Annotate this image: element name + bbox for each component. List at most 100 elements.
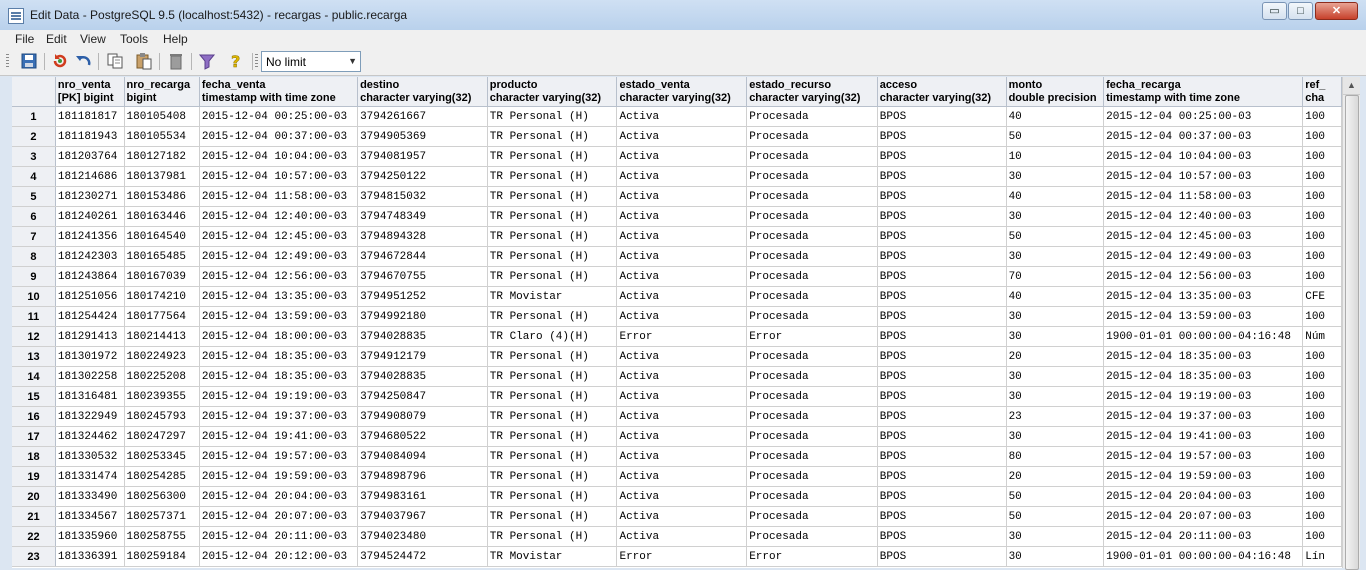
cell-monto[interactable]: 50	[1006, 486, 1105, 507]
table-row[interactable]: 14 181302258 180225208 2015-12-04 18:35:00-…	[12, 366, 1342, 387]
cell-ref[interactable]: 100	[1302, 206, 1342, 227]
cell-fecha-venta[interactable]: 2015-12-04 12:40:00-03	[199, 206, 359, 227]
cell-destino[interactable]: 3794815032	[357, 186, 488, 207]
cell-producto[interactable]: TR Personal (H)	[487, 266, 618, 287]
cell-nro-recarga[interactable]: 180239355	[124, 386, 200, 407]
cell-fecha-venta[interactable]: 2015-12-04 18:00:00-03	[199, 326, 359, 347]
table-row[interactable]: 17 181324462 180247297 2015-12-04 19:41:00-…	[12, 426, 1342, 447]
cell-ref[interactable]: 100	[1302, 446, 1342, 467]
menu-help[interactable]: Help	[163, 32, 188, 46]
cell-destino[interactable]: 3794908079	[357, 406, 488, 427]
cell-producto[interactable]: TR Personal (H)	[487, 186, 618, 207]
cell-nro-recarga[interactable]: 180225208	[124, 366, 200, 387]
cell-nro-recarga[interactable]: 180253345	[124, 446, 200, 467]
cell-destino[interactable]: 3794028835	[357, 366, 488, 387]
cell-acceso[interactable]: BPOS	[877, 366, 1007, 387]
cell-nro-venta[interactable]: 181254424	[55, 306, 125, 327]
cell-nro-venta[interactable]: 181181817	[55, 106, 125, 127]
cell-destino[interactable]: 3794992180	[357, 306, 488, 327]
cell-estado-venta[interactable]: Activa	[616, 486, 748, 507]
cell-destino[interactable]: 3794951252	[357, 286, 488, 307]
cell-nro-venta[interactable]: 181214686	[55, 166, 125, 187]
cell-fecha-venta[interactable]: 2015-12-04 20:07:00-03	[199, 506, 359, 527]
cell-fecha-recarga[interactable]: 2015-12-04 20:07:00-03	[1103, 506, 1304, 527]
cell-ref[interactable]: 100	[1302, 266, 1342, 287]
cell-estado-recurso[interactable]: Procesada	[746, 166, 878, 187]
cell-nro-recarga[interactable]: 180174210	[124, 286, 200, 307]
cell-estado-venta[interactable]: Error	[616, 326, 748, 347]
cell-acceso[interactable]: BPOS	[877, 306, 1007, 327]
cell-producto[interactable]: TR Personal (H)	[487, 446, 618, 467]
cell-estado-venta[interactable]: Activa	[616, 106, 748, 127]
cell-fecha-venta[interactable]: 2015-12-04 12:56:00-03	[199, 266, 359, 287]
cell-estado-venta[interactable]: Activa	[616, 286, 748, 307]
cell-destino[interactable]: 3794261667	[357, 106, 488, 127]
table-row[interactable]: 12 181291413 180214413 2015-12-04 18:00:00-…	[12, 326, 1342, 347]
cell-nro-venta[interactable]: 181291413	[55, 326, 125, 347]
column-header-producto[interactable]: producto character varying(32)	[487, 77, 618, 107]
cell-fecha-recarga[interactable]: 2015-12-04 12:49:00-03	[1103, 246, 1304, 267]
cell-estado-recurso[interactable]: Procesada	[746, 386, 878, 407]
cell-producto[interactable]: TR Claro (4)(H)	[487, 326, 618, 347]
cell-estado-venta[interactable]: Activa	[616, 426, 748, 447]
table-row[interactable]: 8 181242303 180165485 2015-12-04 12:49:00-0…	[12, 246, 1342, 267]
cell-acceso[interactable]: BPOS	[877, 466, 1007, 487]
cell-nro-venta[interactable]: 181203764	[55, 146, 125, 167]
cell-destino[interactable]: 3794250847	[357, 386, 488, 407]
cell-ref[interactable]: 100	[1302, 366, 1342, 387]
cell-fecha-venta[interactable]: 2015-12-04 13:59:00-03	[199, 306, 359, 327]
cell-producto[interactable]: TR Personal (H)	[487, 106, 618, 127]
table-row[interactable]: 6 181240261 180163446 2015-12-04 12:40:00-0…	[12, 206, 1342, 227]
cell-monto[interactable]: 10	[1006, 146, 1105, 167]
cell-nro-venta[interactable]: 181324462	[55, 426, 125, 447]
row-number[interactable]: 19	[12, 466, 56, 487]
cell-ref[interactable]: 100	[1302, 226, 1342, 247]
cell-ref[interactable]: 100	[1302, 146, 1342, 167]
cell-estado-recurso[interactable]: Error	[746, 546, 878, 567]
cell-monto[interactable]: 20	[1006, 466, 1105, 487]
column-header-destino[interactable]: destino character varying(32)	[357, 77, 488, 107]
cell-ref[interactable]: CFE	[1302, 286, 1342, 307]
cell-nro-recarga[interactable]: 180105534	[124, 126, 200, 147]
cell-producto[interactable]: TR Personal (H)	[487, 526, 618, 547]
minimize-button[interactable]: ▭	[1262, 2, 1287, 20]
cell-fecha-recarga[interactable]: 2015-12-04 20:11:00-03	[1103, 526, 1304, 547]
row-number[interactable]: 5	[12, 186, 56, 207]
cell-nro-venta[interactable]: 181181943	[55, 126, 125, 147]
filter-icon[interactable]	[198, 52, 216, 70]
cell-fecha-recarga[interactable]: 2015-12-04 18:35:00-03	[1103, 366, 1304, 387]
cell-estado-recurso[interactable]: Procesada	[746, 266, 878, 287]
cell-acceso[interactable]: BPOS	[877, 326, 1007, 347]
cell-acceso[interactable]: BPOS	[877, 346, 1007, 367]
cell-estado-recurso[interactable]: Procesada	[746, 366, 878, 387]
cell-ref[interactable]: 100	[1302, 126, 1342, 147]
cell-ref[interactable]: 100	[1302, 306, 1342, 327]
row-number[interactable]: 17	[12, 426, 56, 447]
cell-fecha-venta[interactable]: 2015-12-04 00:25:00-03	[199, 106, 359, 127]
cell-estado-recurso[interactable]: Procesada	[746, 466, 878, 487]
row-number[interactable]: 4	[12, 166, 56, 187]
cell-producto[interactable]: TR Personal (H)	[487, 466, 618, 487]
cell-estado-venta[interactable]: Activa	[616, 126, 748, 147]
column-header-fecha-venta[interactable]: fecha_venta timestamp with time zone	[199, 77, 359, 107]
row-number[interactable]: 18	[12, 446, 56, 467]
menu-file[interactable]: File	[15, 32, 34, 46]
column-header-nro-venta[interactable]: nro_venta [PK] bigint	[55, 77, 125, 107]
row-number[interactable]: 10	[12, 286, 56, 307]
cell-fecha-venta[interactable]: 2015-12-04 20:12:00-03	[199, 546, 359, 567]
cell-nro-venta[interactable]: 181230271	[55, 186, 125, 207]
cell-ref[interactable]: 100	[1302, 346, 1342, 367]
row-number[interactable]: 16	[12, 406, 56, 427]
table-row[interactable]: 23 181336391 180259184 2015-12-04 20:12:00-…	[12, 546, 1342, 567]
table-row[interactable]: 13 181301972 180224923 2015-12-04 18:35:00-…	[12, 346, 1342, 367]
table-row[interactable]: 9 181243864 180167039 2015-12-04 12:56:00-0…	[12, 266, 1342, 287]
table-row[interactable]: 21 181334567 180257371 2015-12-04 20:07:00-…	[12, 506, 1342, 527]
cell-fecha-venta[interactable]: 2015-12-04 18:35:00-03	[199, 346, 359, 367]
cell-ref[interactable]: 100	[1302, 246, 1342, 267]
cell-destino[interactable]: 3794524472	[357, 546, 488, 567]
cell-producto[interactable]: TR Movistar	[487, 286, 618, 307]
cell-monto[interactable]: 20	[1006, 346, 1105, 367]
cell-acceso[interactable]: BPOS	[877, 546, 1007, 567]
table-row[interactable]: 18 181330532 180253345 2015-12-04 19:57:00-…	[12, 446, 1342, 467]
cell-acceso[interactable]: BPOS	[877, 266, 1007, 287]
